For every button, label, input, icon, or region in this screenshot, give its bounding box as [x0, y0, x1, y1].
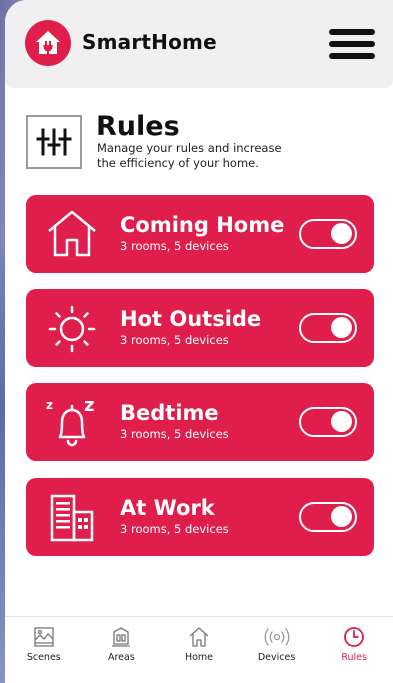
tab-home[interactable]: Home: [163, 617, 235, 663]
building-icon: [44, 490, 100, 544]
tab-scenes[interactable]: Scenes: [8, 617, 80, 663]
page-subtitle: Manage your rules and increase the effic…: [97, 141, 282, 170]
rule-card-coming-home[interactable]: Coming Home 3 rooms, 5 devices: [26, 195, 374, 273]
clock-icon: [344, 627, 365, 647]
rule-meta: 3 rooms, 5 devices: [120, 333, 229, 347]
app-title: SmartHome: [82, 30, 217, 54]
bottom-tab-bar: Scenes Areas Home Devices Rules: [5, 616, 393, 683]
tab-label: Devices: [257, 652, 296, 663]
rule-name: Bedtime: [120, 401, 219, 425]
hamburger-icon[interactable]: [329, 29, 375, 59]
tab-areas[interactable]: Areas: [85, 617, 157, 663]
sun-icon: [44, 301, 100, 355]
app-header: SmartHome: [5, 0, 393, 88]
tab-rules[interactable]: Rules: [318, 617, 390, 663]
rule-toggle[interactable]: [299, 407, 357, 437]
house-icon: [44, 207, 100, 261]
scenes-icon: [34, 627, 54, 647]
home-icon: [189, 627, 209, 647]
tab-label: Home: [184, 652, 214, 663]
areas-icon: [112, 627, 131, 647]
rule-meta: 3 rooms, 5 devices: [120, 427, 229, 441]
rule-card-hot-outside[interactable]: Hot Outside 3 rooms, 5 devices: [26, 289, 374, 367]
tab-label: Areas: [107, 652, 135, 663]
wireless-icon: [264, 628, 289, 646]
bell-sleep-icon: z z: [44, 395, 100, 449]
rule-name: Coming Home: [120, 213, 285, 237]
rule-name: Hot Outside: [120, 307, 262, 331]
rule-toggle[interactable]: [299, 313, 357, 343]
rule-toggle[interactable]: [299, 502, 357, 532]
svg-text:z: z: [84, 395, 94, 416]
rule-card-at-work[interactable]: At Work 3 rooms, 5 devices: [26, 478, 374, 556]
sliders-icon: [26, 115, 82, 169]
svg-text:z: z: [46, 398, 53, 412]
rule-meta: 3 rooms, 5 devices: [120, 522, 229, 536]
rule-name: At Work: [120, 496, 215, 520]
house-plug-icon[interactable]: [25, 20, 71, 66]
rule-card-bedtime[interactable]: z z Bedtime 3 rooms, 5 devices: [26, 383, 374, 461]
tab-label: Rules: [341, 652, 367, 663]
rule-meta: 3 rooms, 5 devices: [120, 239, 229, 253]
tab-label: Scenes: [26, 652, 61, 663]
tab-devices[interactable]: Devices: [241, 617, 313, 663]
rule-toggle[interactable]: [299, 219, 357, 249]
page-title: Rules: [96, 111, 180, 142]
